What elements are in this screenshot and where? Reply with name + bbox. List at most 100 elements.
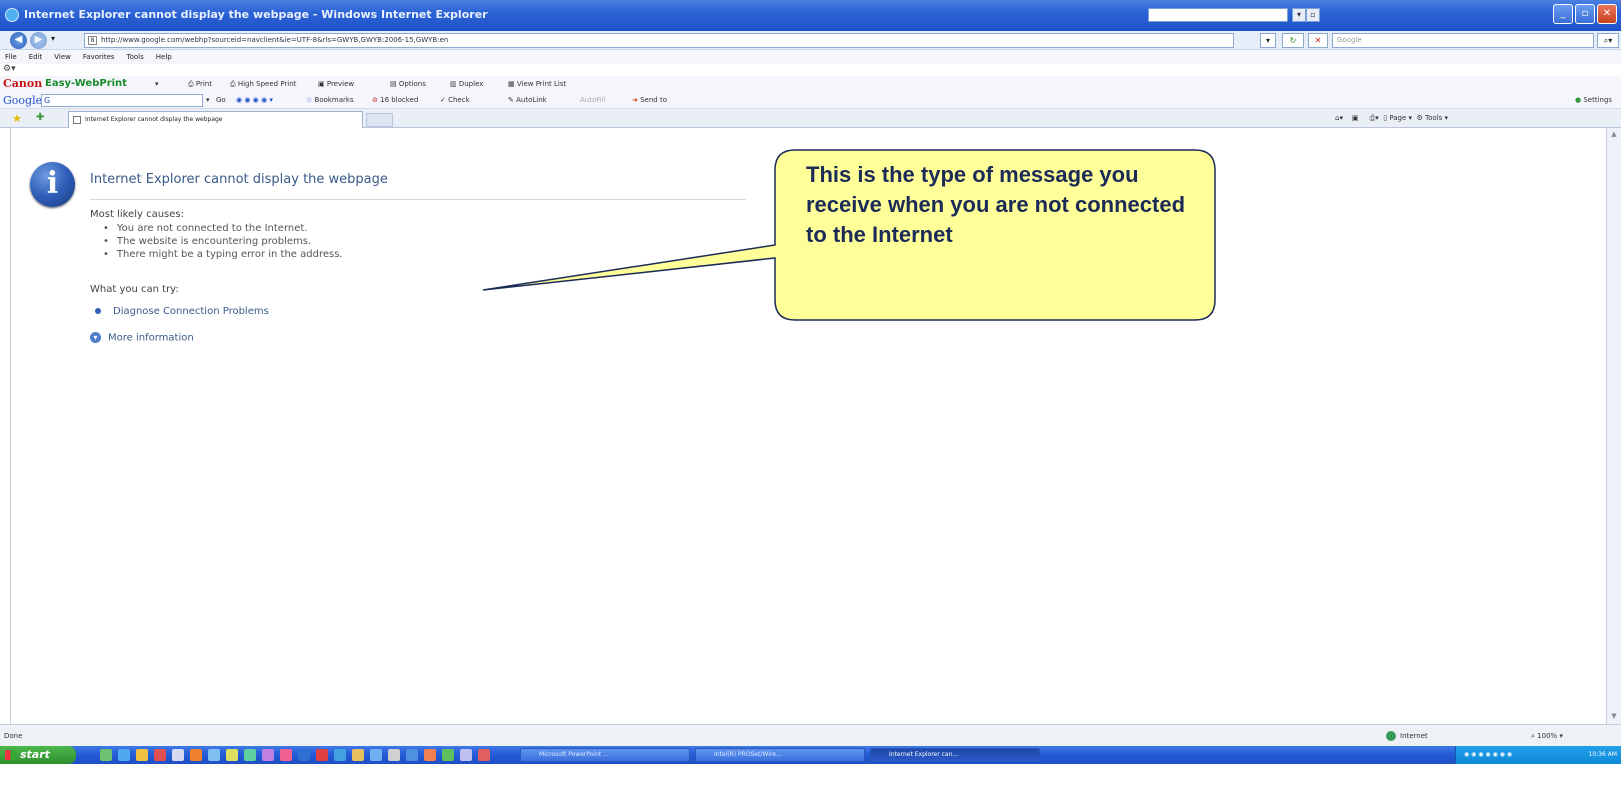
search-icon[interactable]: ⌕▾	[1597, 33, 1619, 48]
more-information-toggle[interactable]: ▾ More information	[90, 332, 194, 344]
canon-high-speed-print-button[interactable]: ⎙ High Speed Print	[230, 76, 296, 92]
favorites-star-icon[interactable]: ★	[12, 112, 22, 125]
forward-button[interactable]: ▶	[30, 32, 47, 49]
menu-view[interactable]: View	[54, 50, 71, 64]
zoom-control[interactable]: ⌕ 100% ▾	[1531, 725, 1563, 747]
status-bar: Done Internet ⌕ 100% ▾	[0, 724, 1621, 746]
google-go-button[interactable]: Go	[216, 92, 226, 109]
scroll-up-icon[interactable]: ▲	[1609, 130, 1619, 140]
google-settings-button[interactable]: ● Settings	[1575, 92, 1612, 109]
new-tab-button[interactable]	[366, 113, 393, 127]
quick-launch-app-icon[interactable]	[190, 749, 202, 761]
add-favorite-icon[interactable]: ✚	[36, 112, 44, 123]
canon-menu-dropdown-icon[interactable]: ▾	[155, 76, 159, 92]
quick-launch-app-icon[interactable]	[388, 749, 400, 761]
spell-check-button[interactable]: ✓ Check	[440, 92, 470, 109]
vertical-scrollbar[interactable]: ▲ ▼	[1606, 128, 1621, 724]
google-dropdown-icon[interactable]: ▾	[206, 92, 210, 109]
canon-print-label: Print	[195, 80, 212, 88]
menu-help[interactable]: Help	[156, 50, 172, 64]
diagnose-link[interactable]: Diagnose Connection Problems	[95, 306, 269, 317]
home-icon[interactable]: ⌂▾	[1335, 114, 1343, 122]
canon-view-print-list-button[interactable]: ▦ View Print List	[508, 76, 566, 92]
quick-launch-folder-icon[interactable]	[136, 749, 148, 761]
quick-launch-ie-icon[interactable]	[118, 749, 130, 761]
quick-launch-app-icon[interactable]	[334, 749, 346, 761]
quick-launch-app-icon[interactable]	[172, 749, 184, 761]
address-input[interactable]: 8 http://www.google.com/webhp?sourceid=n…	[84, 33, 1234, 48]
quick-launch-desktop-icon[interactable]	[100, 749, 112, 761]
autofill-button[interactable]: AutoFill	[580, 92, 606, 109]
quick-launch-app-icon[interactable]	[280, 749, 292, 761]
popup-blocker-button[interactable]: ⊘ 16 blocked	[372, 92, 418, 109]
bookmarks-button[interactable]: ☆ Bookmarks	[306, 92, 354, 109]
quick-launch-app-icon[interactable]	[424, 749, 436, 761]
quick-launch-app-icon[interactable]	[244, 749, 256, 761]
cause-item: There might be a typing error in the add…	[103, 248, 343, 261]
tools-menu-button[interactable]: ⚙ Tools ▾	[1416, 114, 1448, 122]
back-button[interactable]: ◀	[10, 32, 27, 49]
menu-edit[interactable]: Edit	[29, 50, 43, 64]
address-dropdown-icon[interactable]: ▾	[1260, 33, 1276, 48]
titlebar-mini-window-icon[interactable]: ▫	[1306, 8, 1320, 22]
titlebar-mini-field[interactable]	[1148, 8, 1288, 22]
autolink-icon: ✎	[508, 96, 514, 104]
cause-item: You are not connected to the Internet.	[103, 222, 343, 235]
info-icon: i	[30, 162, 75, 207]
stop-icon[interactable]: ✕	[1308, 33, 1328, 48]
window-title: Internet Explorer cannot display the web…	[24, 8, 488, 21]
start-button[interactable]: start	[0, 746, 76, 764]
canon-print-button[interactable]: ⎙ Print	[188, 76, 212, 92]
quick-launch-app-icon[interactable]	[352, 749, 364, 761]
send-to-button[interactable]: ➜ Send to	[632, 92, 667, 109]
quick-launch-app-icon[interactable]	[460, 749, 472, 761]
menu-favorites[interactable]: Favorites	[83, 50, 115, 64]
quick-launch-app-icon[interactable]	[154, 749, 166, 761]
autolink-label: AutoLink	[516, 96, 547, 104]
taskbar: start Microsoft PowerPoint ... Intel(R) …	[0, 746, 1621, 764]
menu-file[interactable]: File	[5, 50, 17, 64]
quick-launch-app-icon[interactable]	[406, 749, 418, 761]
google-search-input[interactable]: G	[41, 94, 203, 107]
canon-duplex-button[interactable]: ▥ Duplex	[450, 76, 483, 92]
bookmarks-label: Bookmarks	[314, 96, 354, 104]
close-button[interactable]: ✕	[1597, 4, 1617, 24]
print-icon[interactable]: ⎙▾	[1370, 114, 1379, 122]
quick-launch-app-icon[interactable]	[298, 749, 310, 761]
quick-launch-app-icon[interactable]	[262, 749, 274, 761]
scroll-down-icon[interactable]: ▼	[1609, 712, 1619, 722]
canon-options-label: Options	[398, 80, 426, 88]
tab-current[interactable]: Internet Explorer cannot display the web…	[68, 111, 363, 128]
quick-launch-app-icon[interactable]	[226, 749, 238, 761]
divider	[90, 199, 746, 200]
tray-icons[interactable]: ◉ ◉ ◉ ◉ ◉ ◉ ◉	[1464, 746, 1512, 764]
more-information-label: More information	[108, 332, 194, 344]
titlebar-mini-dropdown-icon[interactable]: ▾	[1292, 8, 1306, 22]
refresh-icon[interactable]: ↻	[1282, 33, 1304, 48]
taskbar-powerpoint-button[interactable]: Microsoft PowerPoint ...	[520, 748, 690, 762]
quick-launch-app-icon[interactable]	[442, 749, 454, 761]
quick-launch-app-icon[interactable]	[370, 749, 382, 761]
google-shortcut-icons[interactable]: ◉ ◉ ◉ ◉ ▾	[236, 92, 273, 109]
taskbar-proset-button[interactable]: Intel(R) PROSet/Wire...	[695, 748, 865, 762]
quick-launch-app-icon[interactable]	[316, 749, 328, 761]
canon-duplex-label: Duplex	[458, 80, 484, 88]
tab-bar: ★ ✚ Internet Explorer cannot display the…	[0, 109, 1621, 128]
quick-launch-app-icon[interactable]	[208, 749, 220, 761]
search-input[interactable]: Google	[1332, 33, 1594, 48]
quick-launch-app-icon[interactable]	[478, 749, 490, 761]
feeds-icon[interactable]: ▣	[1352, 114, 1359, 122]
maximize-button[interactable]: ▫	[1575, 4, 1595, 24]
canon-preview-button[interactable]: ▣ Preview	[318, 76, 354, 92]
page-menu-button[interactable]: ▯ Page ▾	[1383, 114, 1412, 122]
taskbar-ie-button[interactable]: Internet Explorer can...	[870, 748, 1040, 762]
zone-label: Internet	[1400, 732, 1428, 740]
security-zone[interactable]: Internet	[1386, 725, 1428, 747]
minimize-button[interactable]: _	[1553, 4, 1573, 24]
recent-pages-dropdown-icon[interactable]: ▾	[51, 34, 55, 43]
toolbar-extension-icon[interactable]: ⚙▾	[3, 64, 16, 76]
menu-tools[interactable]: Tools	[127, 50, 144, 64]
autolink-button[interactable]: ✎ AutoLink	[508, 92, 547, 109]
canon-options-button[interactable]: ▤ Options	[390, 76, 426, 92]
easy-webprint-menu[interactable]: Easy-WebPrint	[45, 76, 127, 92]
